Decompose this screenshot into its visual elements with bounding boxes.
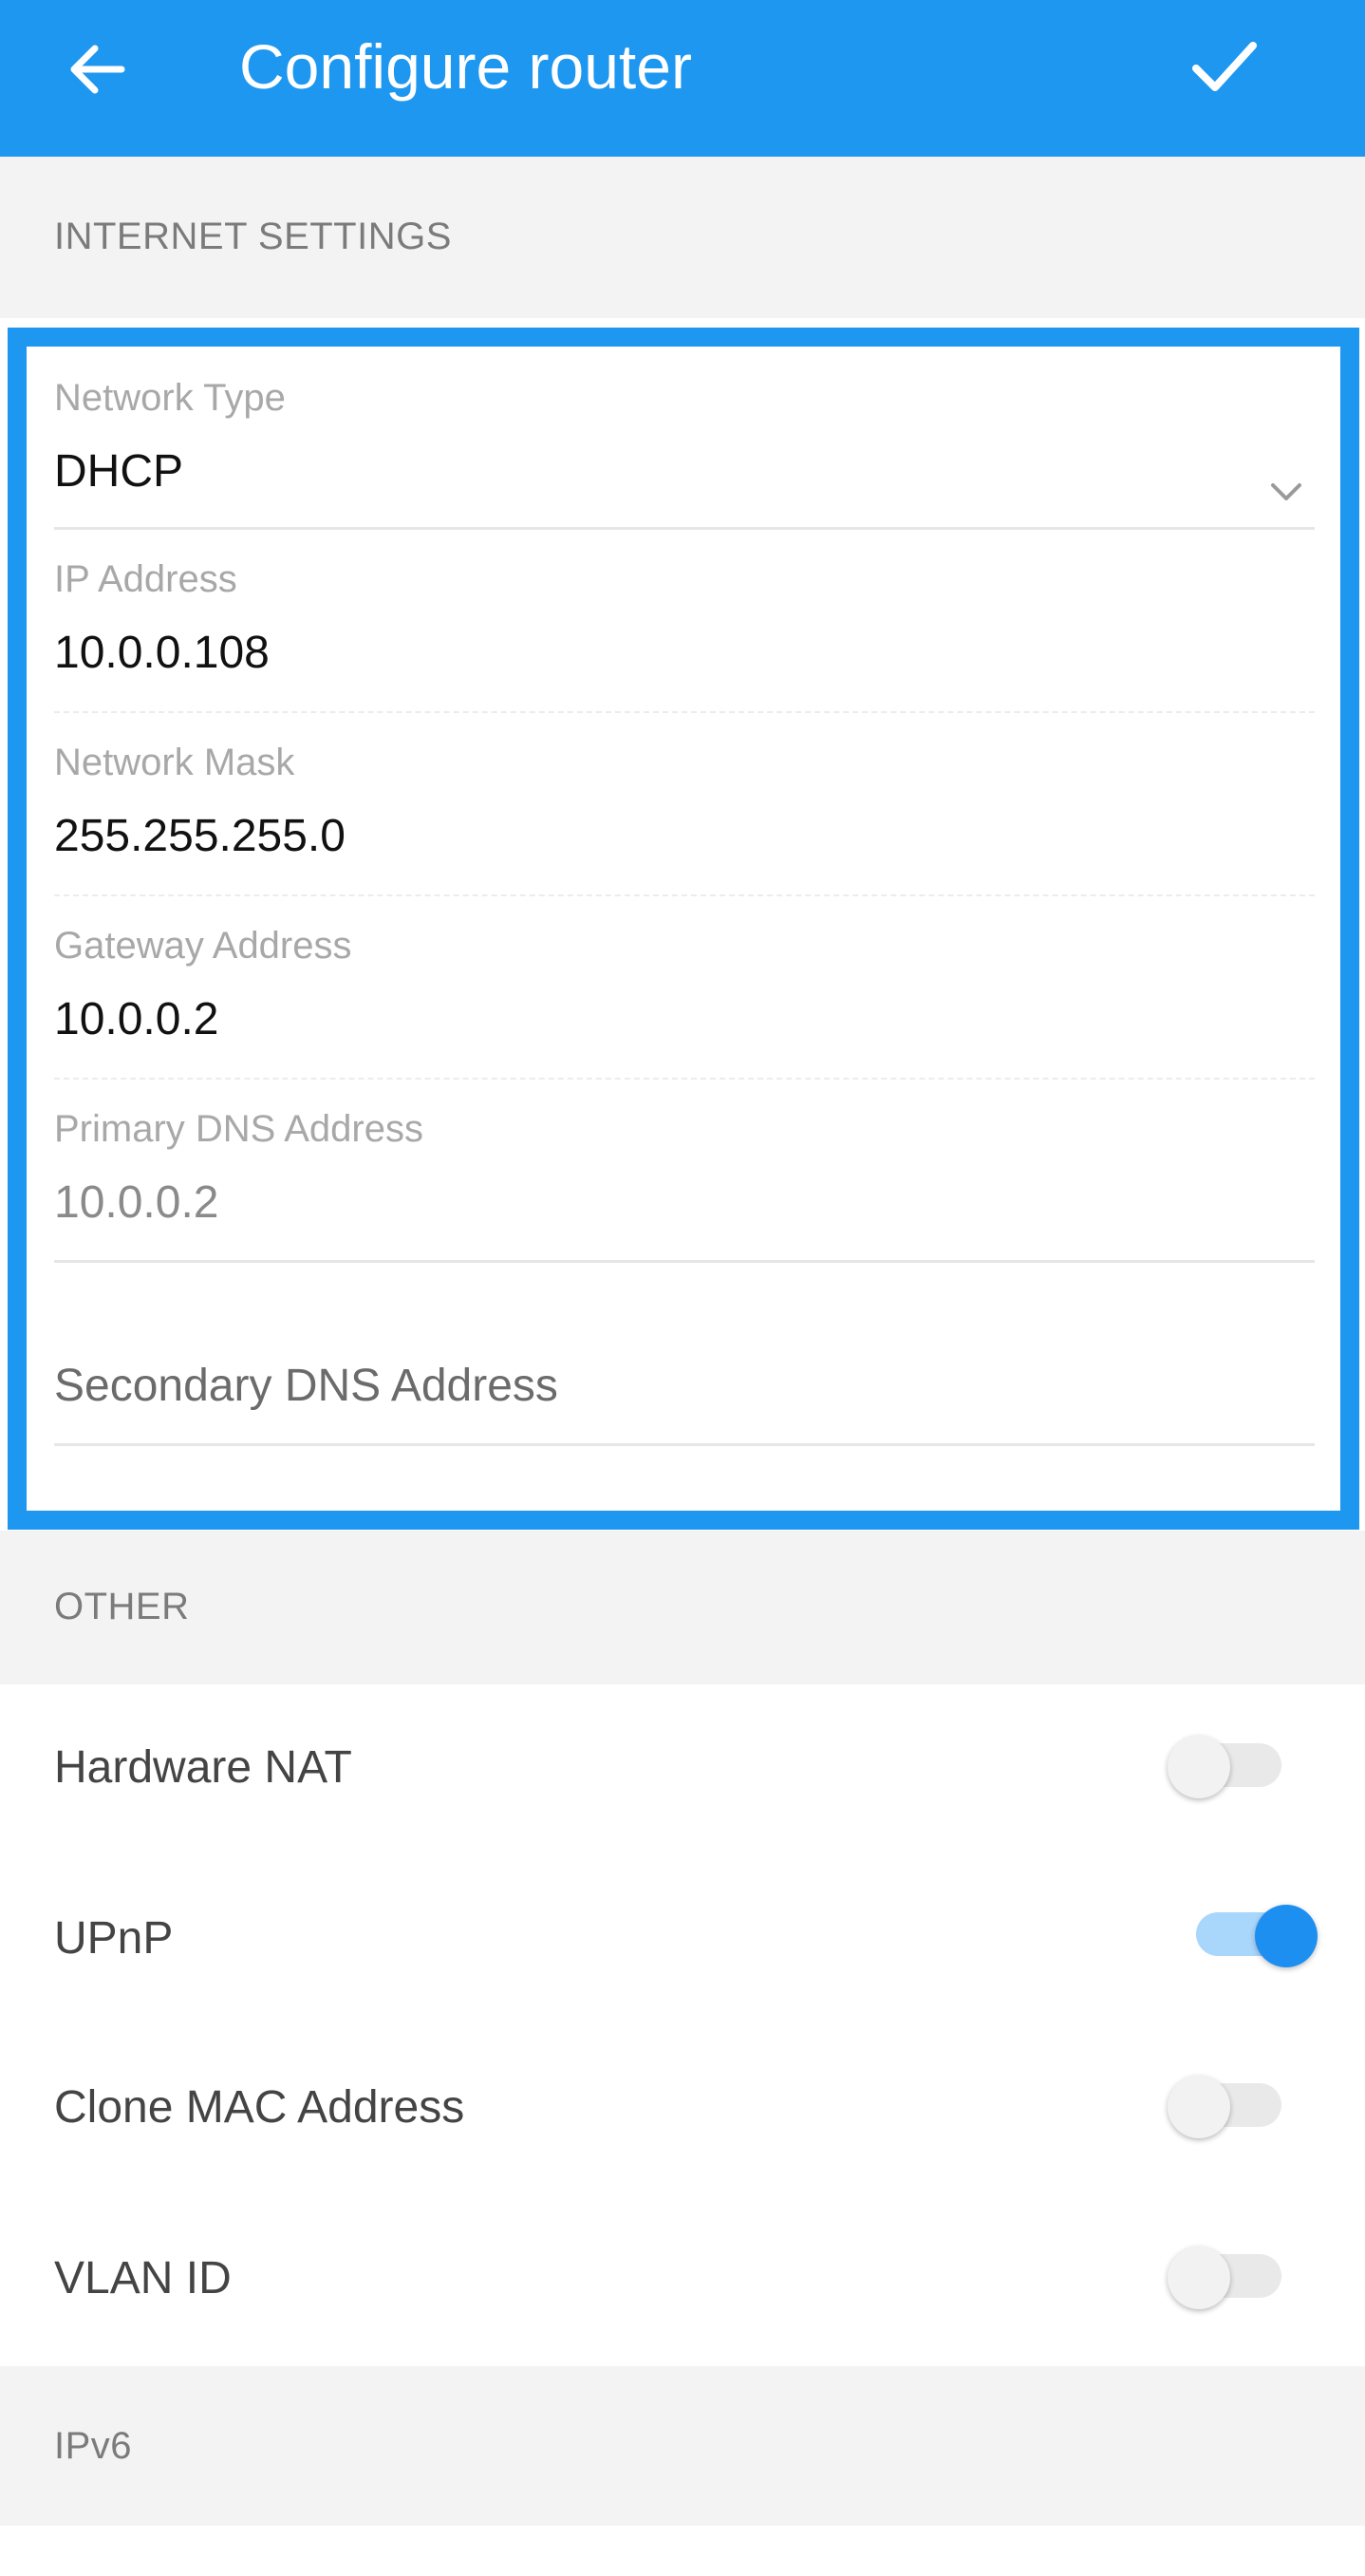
setting-label: Clone MAC Address <box>54 2082 465 2133</box>
arrow-left-icon <box>70 45 125 94</box>
list-continuation <box>0 2526 1365 2576</box>
setting-label: UPnP <box>54 1913 174 1964</box>
toggle-knob <box>1168 2247 1230 2309</box>
gateway-address-value: 10.0.0.2 <box>54 994 219 1044</box>
network-mask-field[interactable]: Network Mask 255.255.255.0 <box>54 713 1315 896</box>
page-title: Configure router <box>239 31 692 102</box>
section-title: IPv6 <box>54 2425 133 2467</box>
section-title: OTHER <box>54 1586 190 1627</box>
checkmark-icon <box>1192 42 1257 91</box>
gateway-address-field[interactable]: Gateway Address 10.0.0.2 <box>54 896 1315 1080</box>
list-item-hardware-nat: Hardware NAT <box>0 1684 1365 1855</box>
section-title: INTERNET SETTINGS <box>54 216 452 257</box>
list-item-upnp: UPnP <box>0 1855 1365 2026</box>
section-header-ipv6[interactable]: IPv6 <box>0 2366 1365 2526</box>
ip-address-value: 10.0.0.108 <box>54 628 270 678</box>
primary-dns-value: 10.0.0.2 <box>54 1177 219 1228</box>
list-item-clone-mac-address: Clone MAC Address <box>0 2024 1365 2195</box>
confirm-button[interactable] <box>1177 28 1272 104</box>
field-label: Gateway Address <box>54 925 352 967</box>
field-label: Network Type <box>54 377 286 419</box>
clone-mac-address-toggle[interactable] <box>1168 2076 1281 2138</box>
back-button[interactable] <box>59 36 135 103</box>
app-bar: Configure router <box>0 0 1365 157</box>
other-settings-list: Hardware NAT UPnP Clone MAC Address VLAN… <box>0 1684 1365 2366</box>
secondary-dns-field[interactable]: Secondary DNS Address <box>54 1263 1315 1446</box>
field-label: Primary DNS Address <box>54 1108 423 1150</box>
section-header-internet-settings: INTERNET SETTINGS <box>0 157 1365 318</box>
field-label: IP Address <box>54 558 237 600</box>
network-mask-value: 255.255.255.0 <box>54 811 346 861</box>
toggle-knob <box>1255 1905 1318 1967</box>
network-type-value: DHCP <box>54 446 184 497</box>
list-item-vlan-id: VLAN ID <box>0 2195 1365 2366</box>
toggle-knob <box>1168 1736 1230 1798</box>
toggle-knob <box>1168 2076 1230 2138</box>
field-label: Network Mask <box>54 742 295 783</box>
upnp-toggle[interactable] <box>1196 1905 1318 1967</box>
secondary-dns-placeholder: Secondary DNS Address <box>54 1361 558 1411</box>
section-header-other: OTHER <box>0 1531 1365 1684</box>
chevron-down-icon <box>1271 483 1301 500</box>
vlan-id-toggle[interactable] <box>1168 2247 1281 2309</box>
setting-label: Hardware NAT <box>54 1742 352 1793</box>
primary-dns-field[interactable]: Primary DNS Address 10.0.0.2 <box>54 1080 1315 1263</box>
setting-label: VLAN ID <box>54 2253 232 2303</box>
hardware-nat-toggle[interactable] <box>1168 1736 1281 1798</box>
network-type-select[interactable]: Network Type DHCP <box>54 366 1315 530</box>
ip-address-field[interactable]: IP Address 10.0.0.108 <box>54 530 1315 713</box>
